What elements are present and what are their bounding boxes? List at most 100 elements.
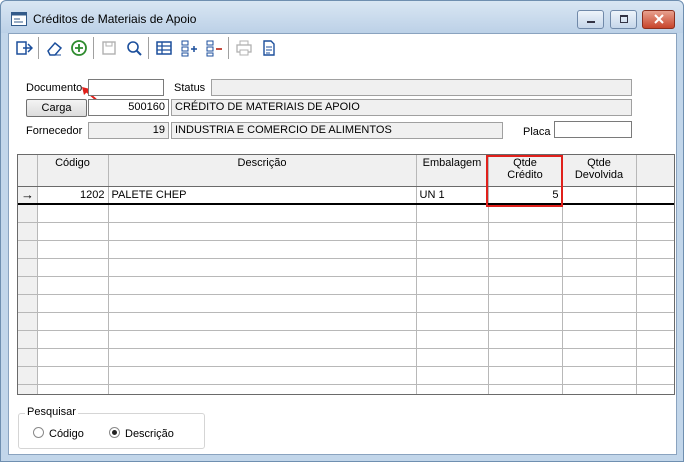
grid-cell[interactable] [37, 348, 109, 367]
grid-cell[interactable] [488, 330, 563, 349]
maximize-button[interactable] [610, 10, 637, 29]
column-header-descricao[interactable]: Descrição [108, 155, 417, 187]
carga-field[interactable]: 500160 [88, 99, 169, 116]
grid-cell[interactable] [488, 204, 563, 223]
grid-cell[interactable] [416, 240, 489, 259]
grid-cell[interactable] [108, 330, 417, 349]
grid-cell[interactable] [562, 240, 637, 259]
table-row[interactable] [18, 366, 674, 385]
grid-cell[interactable] [488, 384, 563, 394]
exit-button[interactable] [12, 36, 36, 60]
documento-field[interactable] [88, 79, 164, 96]
grid-cell[interactable] [416, 384, 489, 394]
table-row[interactable] [18, 330, 674, 349]
grid-cell[interactable] [636, 348, 674, 367]
grid-cell[interactable] [636, 276, 674, 295]
table-row[interactable] [18, 348, 674, 367]
grid-cell[interactable] [488, 222, 563, 241]
radio-descricao-label[interactable]: Descrição [125, 428, 174, 440]
radio-codigo[interactable] [33, 427, 44, 438]
grid-cell[interactable] [488, 366, 563, 385]
grid-cell[interactable] [37, 222, 109, 241]
grid-cell[interactable] [416, 294, 489, 313]
grid-cell[interactable] [108, 312, 417, 331]
cell-qtde-credito[interactable]: 5 [488, 186, 563, 205]
table-row[interactable] [18, 204, 674, 223]
grid-cell[interactable] [416, 366, 489, 385]
grid-cell[interactable] [636, 204, 674, 223]
table-row[interactable] [18, 384, 674, 394]
grid-cell[interactable] [416, 222, 489, 241]
grid-cell[interactable] [37, 366, 109, 385]
grid-cell[interactable] [636, 312, 674, 331]
table-row[interactable] [18, 240, 674, 259]
cell-qtde-devolvida[interactable] [562, 186, 637, 205]
cell-codigo[interactable]: 1202 [37, 186, 109, 205]
grid-cell[interactable] [108, 348, 417, 367]
grid-cell[interactable] [108, 240, 417, 259]
table-row[interactable] [18, 222, 674, 241]
insert-row-button[interactable] [177, 36, 201, 60]
grid-cell[interactable] [636, 222, 674, 241]
grid-cell[interactable] [562, 294, 637, 313]
grid-cell[interactable] [636, 366, 674, 385]
grid-cell[interactable] [108, 276, 417, 295]
column-header-qtde-credito[interactable]: Qtde Crédito [488, 155, 563, 187]
grid-cell[interactable] [562, 366, 637, 385]
grid-cell[interactable] [636, 258, 674, 277]
grid-cell[interactable] [416, 258, 489, 277]
grid-cell[interactable] [562, 348, 637, 367]
table-row[interactable]: → 1202 PALETE CHEP UN 1 5 [18, 186, 674, 205]
table-row[interactable] [18, 312, 674, 331]
grid-cell[interactable] [636, 240, 674, 259]
add-button[interactable] [67, 36, 91, 60]
table-row[interactable] [18, 258, 674, 277]
grid-cell[interactable] [108, 294, 417, 313]
grid-cell[interactable] [488, 240, 563, 259]
grid-cell[interactable] [108, 204, 417, 223]
grid-cell[interactable] [108, 258, 417, 277]
grid-cell[interactable] [636, 384, 674, 394]
grid-cell[interactable] [37, 276, 109, 295]
column-header-qtde-devolvida[interactable]: Qtde Devolvida [562, 155, 637, 187]
grid-cell[interactable] [562, 312, 637, 331]
close-button[interactable] [642, 10, 675, 29]
radio-codigo-label[interactable]: Código [49, 428, 84, 440]
search-button[interactable] [122, 36, 146, 60]
grid-cell[interactable] [416, 204, 489, 223]
grid-cell[interactable] [108, 366, 417, 385]
grid-cell[interactable] [37, 258, 109, 277]
grid-cell[interactable] [562, 204, 637, 223]
grid-cell[interactable] [488, 276, 563, 295]
grid-cell[interactable] [488, 348, 563, 367]
grid-cell[interactable] [488, 294, 563, 313]
grid-view-button[interactable] [152, 36, 176, 60]
grid-cell[interactable] [416, 348, 489, 367]
placa-field[interactable] [554, 121, 632, 138]
grid-cell[interactable] [108, 222, 417, 241]
report-button[interactable] [257, 36, 281, 60]
table-row[interactable] [18, 276, 674, 295]
delete-row-button[interactable] [202, 36, 226, 60]
minimize-button[interactable] [577, 10, 604, 29]
grid-cell[interactable] [37, 240, 109, 259]
grid-cell[interactable] [37, 312, 109, 331]
grid-cell[interactable] [636, 330, 674, 349]
column-header-embalagem[interactable]: Embalagem [416, 155, 489, 187]
grid-cell[interactable] [416, 276, 489, 295]
table-row[interactable] [18, 294, 674, 313]
carga-button[interactable]: Carga [26, 99, 87, 117]
print-button[interactable] [232, 36, 256, 60]
grid-cell[interactable] [37, 204, 109, 223]
grid-cell[interactable] [562, 276, 637, 295]
radio-descricao[interactable] [109, 427, 120, 438]
grid-cell[interactable] [488, 312, 563, 331]
save-button[interactable] [97, 36, 121, 60]
grid-cell[interactable] [562, 384, 637, 394]
cell-embalagem[interactable]: UN 1 [416, 186, 489, 205]
grid-cell[interactable] [562, 222, 637, 241]
grid-cell[interactable] [37, 294, 109, 313]
grid-cell[interactable] [416, 312, 489, 331]
cell-descricao[interactable]: PALETE CHEP [108, 186, 417, 205]
grid-cell[interactable] [416, 330, 489, 349]
